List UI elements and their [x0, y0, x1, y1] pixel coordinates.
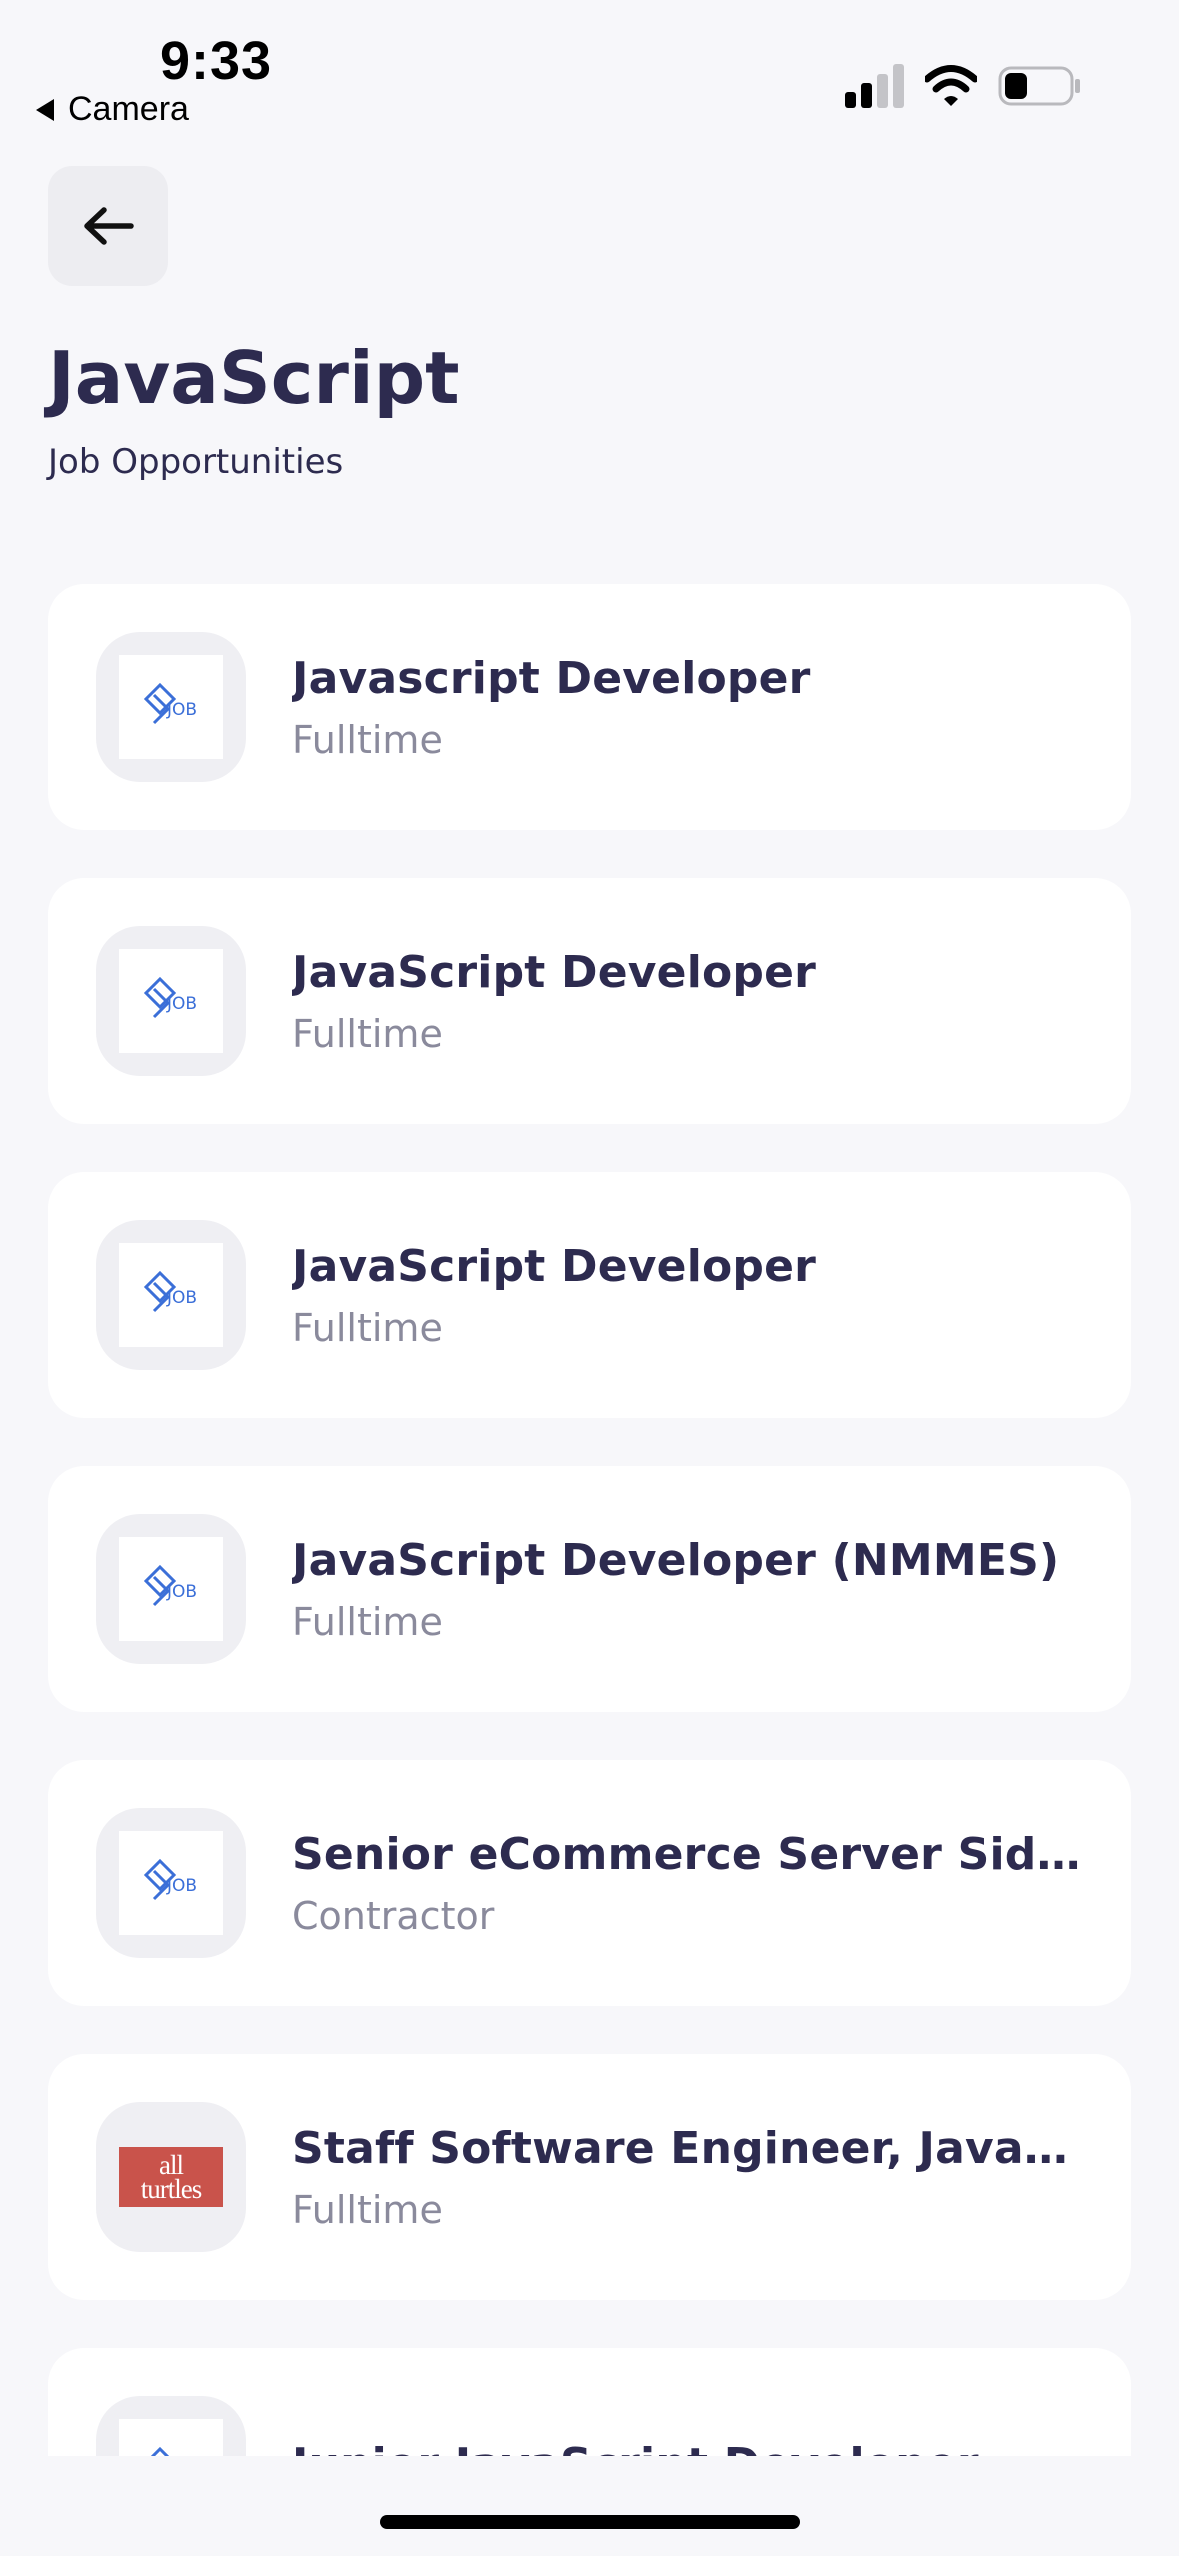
job-title: Senior eCommerce Server Sid…: [292, 1828, 1081, 1880]
page-subtitle: Job Opportunities: [48, 442, 344, 482]
job-logo-icon: JOB: [150, 2446, 170, 2456]
job-title: Javascript Developer: [292, 652, 811, 704]
svg-text:JOB: JOB: [166, 1876, 197, 1896]
wifi-icon: [925, 65, 977, 106]
status-time: 9:33: [160, 31, 273, 91]
job-card[interactable]: JOB JavaScript Developer (NMMES) Fulltim…: [48, 1466, 1131, 1712]
svg-text:JOB: JOB: [166, 994, 197, 1014]
back-button[interactable]: [48, 166, 168, 286]
job-list[interactable]: JOB Javascript Developer Fulltime JOB Ja…: [48, 584, 1131, 2456]
company-logo: JOB: [96, 2396, 246, 2456]
job-type: Fulltime: [292, 717, 443, 762]
page-title: JavaScript: [48, 336, 460, 420]
job-type: Fulltime: [292, 1305, 443, 1350]
job-logo-icon: JOB: [143, 1564, 197, 1607]
company-logo: JOB: [96, 1808, 246, 1958]
arrow-left-icon: [84, 207, 134, 245]
job-logo-icon: JOB: [143, 1858, 197, 1901]
battery-icon: [998, 66, 1080, 106]
job-card[interactable]: JOB Javascript Developer Fulltime: [48, 584, 1131, 830]
back-to-app-link[interactable]: Camera: [36, 90, 189, 129]
job-title: Staff Software Engineer, Javas…: [292, 2122, 1091, 2174]
job-title: JavaScript Developer: [292, 1240, 817, 1292]
back-triangle-icon: [36, 98, 54, 121]
job-type: Fulltime: [292, 1599, 443, 1644]
back-to-app-label: Camera: [68, 90, 189, 128]
job-type: Fulltime: [292, 2187, 443, 2232]
job-card[interactable]: all turtles Staff Software Engineer, Jav…: [48, 2054, 1131, 2300]
job-title: JavaScript Developer: [292, 946, 817, 998]
home-indicator[interactable]: [380, 2515, 800, 2529]
company-logo: JOB: [96, 1514, 246, 1664]
job-title: JavaScript Developer (NMMES): [292, 1534, 1060, 1586]
cellular-signal-icon: [845, 64, 904, 108]
svg-text:JOB: JOB: [166, 1288, 197, 1308]
job-type: Contractor: [292, 1893, 495, 1938]
company-logo: JOB: [96, 632, 246, 782]
job-card[interactable]: JOB JavaScript Developer Fulltime: [48, 878, 1131, 1124]
svg-text:JOB: JOB: [166, 1582, 197, 1602]
job-title: Junior JavaScript Developer: [292, 2439, 1091, 2457]
job-logo-icon: JOB: [143, 682, 197, 725]
all-turtles-logo: all turtles: [119, 2147, 223, 2207]
job-card[interactable]: JOB JavaScript Developer Fulltime: [48, 1172, 1131, 1418]
job-card[interactable]: JOB Junior JavaScript Developer: [48, 2348, 1131, 2456]
job-type: Fulltime: [292, 1011, 443, 1056]
company-logo: all turtles: [96, 2102, 246, 2252]
company-logo: JOB: [96, 1220, 246, 1370]
job-card[interactable]: JOB Senior eCommerce Server Sid… Contrac…: [48, 1760, 1131, 2006]
svg-text:JOB: JOB: [166, 700, 197, 720]
job-logo-icon: JOB: [143, 976, 197, 1019]
company-logo: JOB: [96, 926, 246, 1076]
job-logo-icon: JOB: [143, 1270, 197, 1313]
